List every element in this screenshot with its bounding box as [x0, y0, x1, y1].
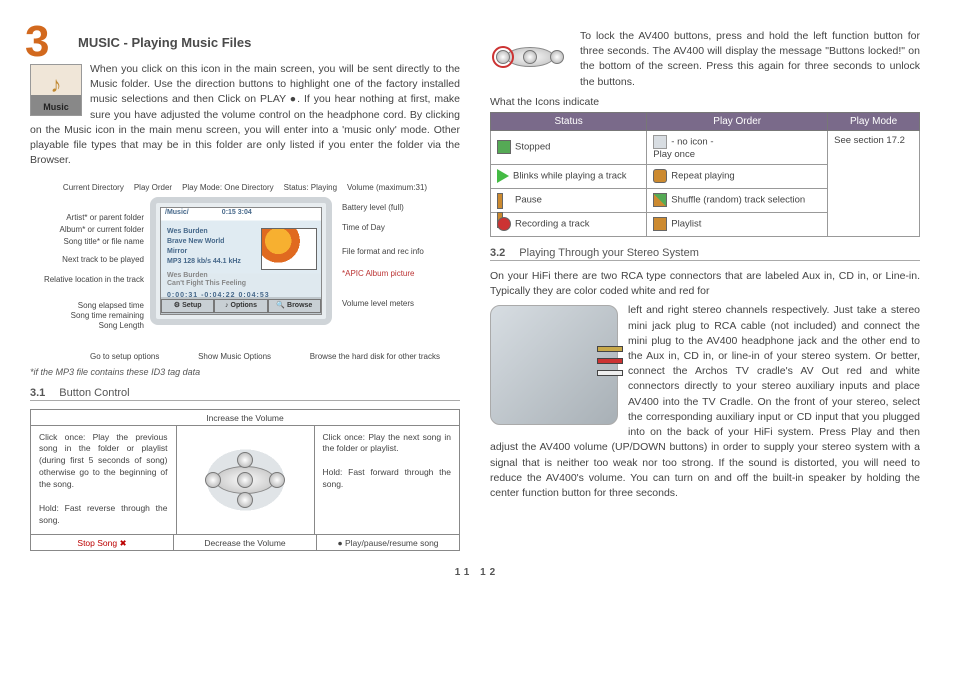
sec31-num: 3.1 — [30, 387, 45, 399]
diag-top-4: Volume (maximum:31) — [347, 183, 427, 192]
mini-center-icon — [523, 50, 537, 64]
bt-left: Click once: Play the previous song in th… — [31, 426, 177, 534]
diag-b2: Browse the hard disk for other tracks — [310, 352, 440, 361]
r3c1: Pause — [515, 195, 542, 206]
scr-album: Brave New World — [167, 238, 224, 245]
stereo-wrap: left and right stereo channels respectiv… — [490, 303, 920, 501]
diag-b0: Go to setup options — [90, 352, 159, 361]
dl-l6: Song time remaining — [32, 311, 144, 320]
stop-icon — [497, 140, 511, 154]
diag-top-3: Status: Playing — [284, 183, 337, 192]
icons-table: Status Play Order Play Mode Stopped - no… — [490, 112, 920, 237]
bt-right: Click once: Play the next song in the fo… — [315, 426, 460, 534]
r1c3: See section 17.2 — [834, 135, 905, 146]
playlist-icon — [653, 217, 667, 231]
scr-topright: 0:15 3:04 — [222, 209, 252, 216]
ctrl-center-icon — [237, 472, 253, 488]
diag-top-1: Play Order — [134, 183, 172, 192]
scr-times: 0:00:31 -0:04:22 0:04:53 — [167, 292, 270, 299]
dl-l4: Relative location in the track — [32, 275, 144, 284]
stereo-p1: On your HiFi there are two RCA type conn… — [490, 269, 920, 299]
scr-next2: Can't Fight This Feeling — [167, 280, 246, 287]
intro-paragraph: Music When you click on this icon in the… — [30, 62, 460, 169]
diag-b1: Show Music Options — [198, 352, 271, 361]
play-icon — [497, 169, 509, 183]
lock-controller-image — [490, 29, 570, 85]
ctrl-down-icon — [237, 492, 253, 508]
dl-r1: Time of Day — [342, 223, 457, 232]
section-3-1-head: 3.1 Button Control — [30, 387, 460, 401]
lock-paragraph-wrap: To lock the AV400 buttons, press and hol… — [490, 29, 920, 90]
scr-codec: MP3 128 kb/s 44.1 kHz — [167, 258, 241, 265]
r4c2: Playlist — [671, 219, 701, 230]
highlight-ring-icon — [492, 46, 514, 68]
sec31-title: Button Control — [59, 387, 129, 399]
intro-text: When you click on this icon in the main … — [30, 63, 460, 166]
button-control-table: Increase the Volume Click once: Play the… — [30, 409, 460, 551]
section-3-2-head: 3.2 Playing Through your Stereo System — [490, 247, 920, 261]
dl-l3: Next track to be played — [32, 255, 144, 264]
dl-l2: Song title* or file name — [32, 237, 144, 246]
ctrl-up-icon — [237, 452, 253, 468]
scr-path: /Music/ — [165, 209, 189, 216]
dl-r0: Battery level (full) — [342, 203, 457, 212]
scr-btn-options: ♪ Options — [214, 299, 267, 313]
scr-btn-setup: ⚙ Setup — [161, 299, 214, 313]
mini-right-icon — [550, 50, 564, 64]
dl-r4: Volume level meters — [342, 299, 457, 308]
ctrl-left-icon — [205, 472, 221, 488]
record-icon — [497, 217, 511, 231]
scr-next1: Wes Burden — [167, 272, 208, 279]
r3c2: Shuffle (random) track selection — [671, 195, 805, 206]
stereo-device-image — [490, 305, 618, 425]
dl-l5: Song elapsed time — [32, 301, 144, 310]
dl-l0: Artist* or parent folder — [32, 213, 144, 222]
page-numbers: 11 12 — [0, 567, 954, 578]
r4c1: Recording a track — [515, 219, 589, 230]
id3-footnote: *if the MP3 file contains these ID3 tag … — [30, 367, 460, 377]
sec32-title: Playing Through your Stereo System — [519, 247, 699, 259]
diag-top-2: Play Mode: One Directory — [182, 183, 274, 192]
diag-top-0: Current Directory — [63, 183, 124, 192]
controller-image — [177, 426, 315, 534]
album-art-icon — [261, 228, 317, 270]
jack-plug-icon — [597, 346, 623, 352]
player-screenshot: /Music/ 0:15 3:04 Wes Burden Brave New W… — [150, 197, 332, 325]
scr-artist: Wes Burden — [167, 228, 208, 235]
lock-paragraph: To lock the AV400 buttons, press and hol… — [580, 30, 920, 88]
bt-br: ● Play/pause/resume song — [317, 535, 459, 550]
stereo-p2: left and right stereo channels respectiv… — [628, 304, 920, 407]
pause-icon — [497, 193, 511, 207]
th-status: Status — [491, 112, 647, 130]
repeat-icon — [653, 169, 667, 183]
shuffle-icon — [653, 193, 667, 207]
r2c2: Repeat playing — [671, 171, 734, 182]
chapter-number: 3 — [25, 17, 49, 67]
dl-l1: Album* or current folder — [32, 225, 144, 234]
rca-red-icon — [597, 358, 623, 364]
ctrl-right-icon — [269, 472, 285, 488]
none-icon — [653, 135, 667, 149]
rca-white-icon — [597, 370, 623, 376]
th-mode: Play Mode — [828, 112, 920, 130]
bt-top: Increase the Volume — [31, 410, 459, 426]
bt-bl: Stop Song ✖ — [31, 535, 174, 550]
dl-r2: File format and rec info — [342, 247, 457, 256]
th-order: Play Order — [647, 112, 828, 130]
r1c1: Stopped — [515, 142, 550, 153]
dl-l7: Song Length — [32, 321, 144, 330]
r2c1: Blinks while playing a track — [513, 171, 627, 182]
chapter-title: MUSIC - Playing Music Files — [78, 35, 460, 50]
player-diagram: Current Directory Play Order Play Mode: … — [30, 183, 460, 361]
sec32-num: 3.2 — [490, 247, 505, 259]
icons-caption: What the Icons indicate — [490, 96, 920, 108]
bt-bm: Decrease the Volume — [174, 535, 317, 550]
dl-r3: *APIC Album picture — [342, 269, 457, 278]
scr-title: Mirror — [167, 248, 187, 255]
scr-btn-browse: 🔍 Browse — [268, 299, 321, 313]
music-icon: Music — [30, 64, 82, 116]
music-icon-label: Music — [31, 101, 81, 114]
